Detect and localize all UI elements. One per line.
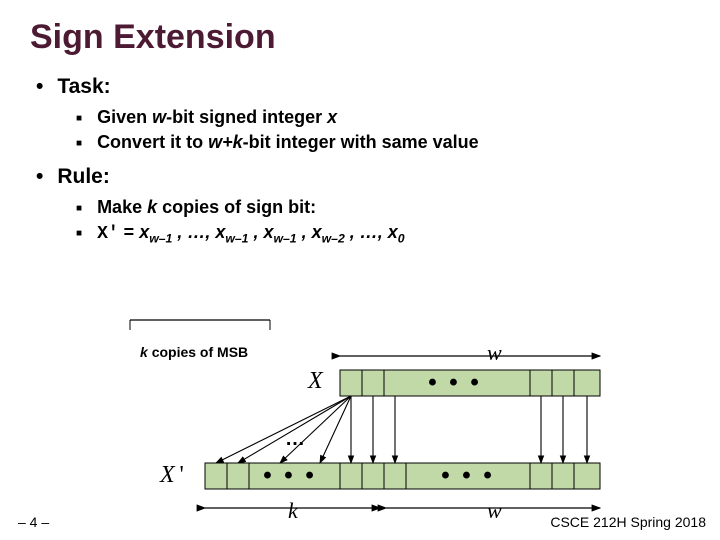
w-bottom-label: w — [487, 498, 502, 524]
rule-item-1: Make k copies of sign bit: — [76, 197, 690, 218]
w-top-label: w — [487, 340, 502, 366]
text: Given — [97, 107, 152, 127]
text: Convert it to — [97, 132, 208, 152]
k-bottom-label: k — [288, 498, 298, 524]
var-k: k — [147, 197, 157, 217]
xprime-label: X ' — [160, 462, 184, 489]
var-wk: w+k — [208, 132, 243, 152]
text: copies of MSB — [152, 344, 248, 360]
rule-heading: Rule: — [36, 165, 690, 189]
course-footer: CSCE 212H Spring 2018 — [550, 514, 706, 530]
x-label: X — [308, 368, 323, 395]
var-k: k — [140, 344, 148, 360]
xprime-rhs: xw–1 , …, xw–1 , xw–1 , xw–2 , …, x0 — [139, 222, 404, 242]
text: -bit signed integer — [166, 107, 327, 127]
var-x: x — [327, 107, 337, 127]
var-w: w — [152, 107, 166, 127]
svg-text:• • •: • • • — [441, 462, 495, 489]
text: -bit integer with same value — [243, 132, 479, 152]
xprime-lhs: X' — [97, 224, 119, 244]
slide-title: Sign Extension — [30, 18, 690, 57]
task-heading: Task: — [36, 75, 690, 99]
mid-ellipsis: … — [285, 428, 305, 451]
text: Make — [97, 197, 147, 217]
task-item-2: Convert it to w+k-bit integer with same … — [76, 132, 690, 153]
equals: = — [119, 222, 140, 242]
text: copies of sign bit: — [157, 197, 316, 217]
k-copies-label: k copies of MSB — [140, 344, 248, 360]
page-number: – 4 – — [18, 514, 49, 530]
task-item-1: Given w-bit signed integer x — [76, 107, 690, 128]
svg-text:• • •: • • • — [263, 462, 317, 489]
rule-item-2: X' = xw–1 , …, xw–1 , xw–1 , xw–2 , …, x… — [76, 222, 690, 246]
slide: Sign Extension Task: Given w-bit signed … — [0, 0, 720, 246]
svg-text:• • •: • • • — [428, 369, 482, 396]
